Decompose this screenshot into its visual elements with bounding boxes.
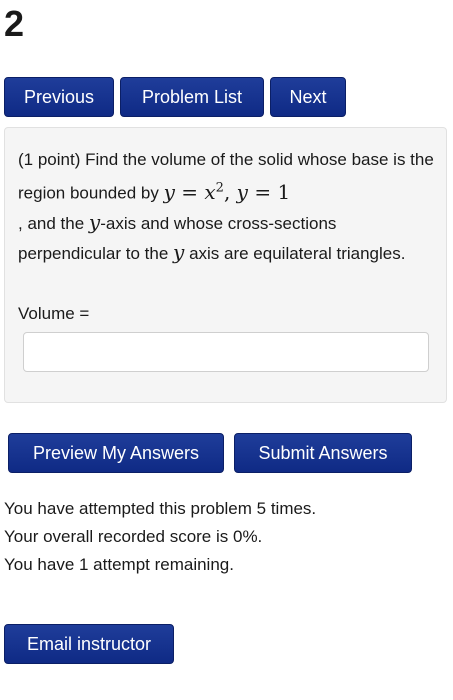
- volume-label: Volume =: [18, 304, 90, 323]
- score-text: Your overall recorded score is 0%.: [4, 527, 263, 546]
- submit-answers-button[interactable]: Submit Answers: [234, 433, 412, 473]
- page-title: 2: [4, 3, 25, 44]
- problem-box: (1 point) Find the volume of the solid w…: [4, 127, 447, 403]
- problem-text-part2: , and the: [18, 213, 85, 233]
- math-var: y: [173, 239, 185, 264]
- math-number: 1: [277, 179, 291, 204]
- math-var: y: [163, 179, 175, 204]
- preview-answers-button[interactable]: Preview My Answers: [8, 433, 224, 473]
- math-var: x: [204, 179, 216, 204]
- attempt-status: You have attempted this problem 5 times.…: [4, 495, 316, 579]
- attempts-remaining-text: You have 1 attempt remaining.: [4, 555, 234, 574]
- math-var: y: [88, 209, 101, 234]
- math-var: y: [236, 179, 248, 204]
- previous-button[interactable]: Previous: [4, 77, 114, 117]
- email-instructor-button[interactable]: Email instructor: [4, 624, 174, 664]
- problem-list-button[interactable]: Problem List: [120, 77, 264, 117]
- problem-statement: (1 point) Find the volume of the solid w…: [18, 146, 438, 268]
- next-button[interactable]: Next: [270, 77, 346, 117]
- math-exponent: 2: [215, 180, 224, 195]
- equation: y = x2, y = 1: [163, 179, 291, 204]
- problem-text-part4: axis are equilateral triangles.: [189, 243, 406, 263]
- problem-points: (1 point): [18, 150, 81, 169]
- volume-answer-input[interactable]: [23, 332, 429, 372]
- attempts-count-text: You have attempted this problem 5 times.: [4, 499, 317, 518]
